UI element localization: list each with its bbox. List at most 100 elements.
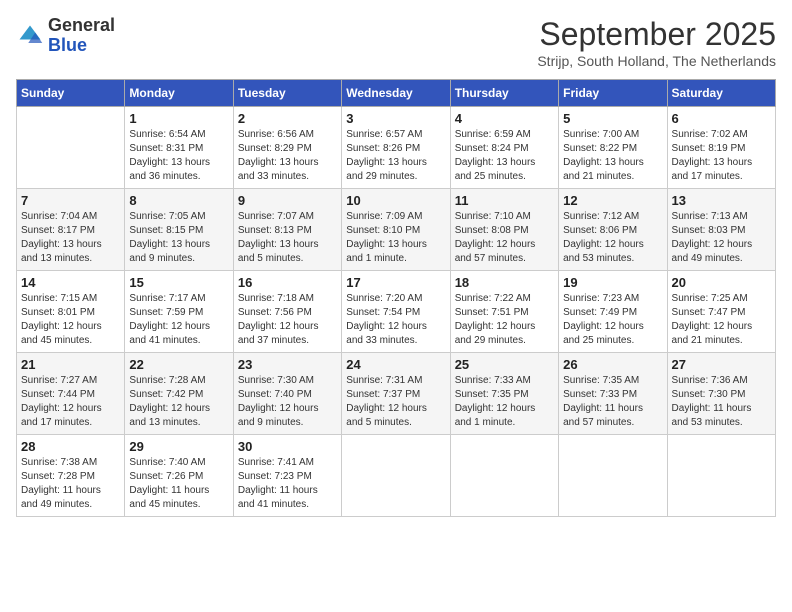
day-cell: 11 Sunrise: 7:10 AM Sunset: 8:08 PM Dayli… [450, 189, 558, 271]
day-cell: 13 Sunrise: 7:13 AM Sunset: 8:03 PM Dayli… [667, 189, 775, 271]
day-cell: 25 Sunrise: 7:33 AM Sunset: 7:35 PM Dayli… [450, 353, 558, 435]
page-header: General Blue September 2025 Strijp, Sout… [16, 16, 776, 69]
day-info: Sunrise: 7:41 AM Sunset: 7:23 PM Dayligh… [238, 456, 337, 512]
day-info: Sunrise: 7:20 AM Sunset: 7:54 PM Dayligh… [346, 292, 445, 348]
day-info: Sunrise: 7:04 AM Sunset: 8:17 PM Dayligh… [21, 210, 120, 266]
day-cell: 23 Sunrise: 7:30 AM Sunset: 7:40 PM Dayli… [233, 353, 341, 435]
logo: General Blue [16, 16, 115, 56]
day-cell: 9 Sunrise: 7:07 AM Sunset: 8:13 PM Daylig… [233, 189, 341, 271]
day-info: Sunrise: 7:10 AM Sunset: 8:08 PM Dayligh… [455, 210, 554, 266]
day-cell: 5Sunrise: 7:00 AM Sunset: 8:22 PM Daylig… [559, 107, 667, 189]
day-info: Sunrise: 7:33 AM Sunset: 7:35 PM Dayligh… [455, 374, 554, 430]
day-info: Sunrise: 7:22 AM Sunset: 7:51 PM Dayligh… [455, 292, 554, 348]
col-header-saturday: Saturday [667, 80, 775, 107]
day-info: Sunrise: 6:57 AM Sunset: 8:26 PM Dayligh… [346, 128, 445, 184]
day-number: 1 [129, 111, 228, 126]
day-cell: 19 Sunrise: 7:23 AM Sunset: 7:49 PM Dayli… [559, 271, 667, 353]
day-info: Sunrise: 7:23 AM Sunset: 7:49 PM Dayligh… [563, 292, 662, 348]
day-info: Sunrise: 7:00 AM Sunset: 8:22 PM Dayligh… [563, 128, 662, 184]
day-number: 22 [129, 357, 228, 372]
day-cell: 22 Sunrise: 7:28 AM Sunset: 7:42 PM Dayli… [125, 353, 233, 435]
month-title: September 2025 [537, 16, 776, 53]
day-number: 2 [238, 111, 337, 126]
day-number: 29 [129, 439, 228, 454]
logo-blue: Blue [48, 36, 115, 56]
header-row: SundayMondayTuesdayWednesdayThursdayFrid… [17, 80, 776, 107]
calendar-table: SundayMondayTuesdayWednesdayThursdayFrid… [16, 79, 776, 517]
day-number: 16 [238, 275, 337, 290]
day-cell: 12Sunrise: 7:12 AM Sunset: 8:06 PM Dayli… [559, 189, 667, 271]
day-cell [667, 435, 775, 517]
day-info: Sunrise: 7:40 AM Sunset: 7:26 PM Dayligh… [129, 456, 228, 512]
day-number: 3 [346, 111, 445, 126]
day-cell: 7Sunrise: 7:04 AM Sunset: 8:17 PM Daylig… [17, 189, 125, 271]
day-number: 30 [238, 439, 337, 454]
day-cell: 29 Sunrise: 7:40 AM Sunset: 7:26 PM Dayli… [125, 435, 233, 517]
day-number: 28 [21, 439, 120, 454]
location-subtitle: Strijp, South Holland, The Netherlands [537, 53, 776, 69]
day-cell: 17 Sunrise: 7:20 AM Sunset: 7:54 PM Dayli… [342, 271, 450, 353]
day-cell: 26Sunrise: 7:35 AM Sunset: 7:33 PM Dayli… [559, 353, 667, 435]
day-cell: 6Sunrise: 7:02 AM Sunset: 8:19 PM Daylig… [667, 107, 775, 189]
day-number: 9 [238, 193, 337, 208]
day-cell: 3 Sunrise: 6:57 AM Sunset: 8:26 PM Daylig… [342, 107, 450, 189]
logo-general: General [48, 16, 115, 36]
day-info: Sunrise: 7:38 AM Sunset: 7:28 PM Dayligh… [21, 456, 120, 512]
day-cell: 2Sunrise: 6:56 AM Sunset: 8:29 PM Daylig… [233, 107, 341, 189]
col-header-sunday: Sunday [17, 80, 125, 107]
day-cell: 10 Sunrise: 7:09 AM Sunset: 8:10 PM Dayli… [342, 189, 450, 271]
day-cell: 27 Sunrise: 7:36 AM Sunset: 7:30 PM Dayli… [667, 353, 775, 435]
week-row-4: 21Sunrise: 7:27 AM Sunset: 7:44 PM Dayli… [17, 353, 776, 435]
day-cell [450, 435, 558, 517]
day-cell [342, 435, 450, 517]
day-number: 13 [672, 193, 771, 208]
day-cell [559, 435, 667, 517]
day-cell: 30 Sunrise: 7:41 AM Sunset: 7:23 PM Dayli… [233, 435, 341, 517]
col-header-thursday: Thursday [450, 80, 558, 107]
day-info: Sunrise: 7:36 AM Sunset: 7:30 PM Dayligh… [672, 374, 771, 430]
day-number: 10 [346, 193, 445, 208]
day-info: Sunrise: 7:25 AM Sunset: 7:47 PM Dayligh… [672, 292, 771, 348]
col-header-tuesday: Tuesday [233, 80, 341, 107]
day-cell: 18Sunrise: 7:22 AM Sunset: 7:51 PM Dayli… [450, 271, 558, 353]
day-number: 27 [672, 357, 771, 372]
week-row-2: 7Sunrise: 7:04 AM Sunset: 8:17 PM Daylig… [17, 189, 776, 271]
day-number: 19 [563, 275, 662, 290]
week-row-5: 28 Sunrise: 7:38 AM Sunset: 7:28 PM Dayli… [17, 435, 776, 517]
logo-icon [16, 22, 44, 50]
day-number: 26 [563, 357, 662, 372]
day-info: Sunrise: 7:18 AM Sunset: 7:56 PM Dayligh… [238, 292, 337, 348]
day-info: Sunrise: 7:13 AM Sunset: 8:03 PM Dayligh… [672, 210, 771, 266]
day-cell: 24Sunrise: 7:31 AM Sunset: 7:37 PM Dayli… [342, 353, 450, 435]
day-number: 20 [672, 275, 771, 290]
week-row-1: 1 Sunrise: 6:54 AM Sunset: 8:31 PM Daylig… [17, 107, 776, 189]
week-row-3: 14Sunrise: 7:15 AM Sunset: 8:01 PM Dayli… [17, 271, 776, 353]
day-cell: 1 Sunrise: 6:54 AM Sunset: 8:31 PM Daylig… [125, 107, 233, 189]
day-cell: 21Sunrise: 7:27 AM Sunset: 7:44 PM Dayli… [17, 353, 125, 435]
day-info: Sunrise: 7:28 AM Sunset: 7:42 PM Dayligh… [129, 374, 228, 430]
day-cell: 14Sunrise: 7:15 AM Sunset: 8:01 PM Dayli… [17, 271, 125, 353]
col-header-friday: Friday [559, 80, 667, 107]
day-cell: 4Sunrise: 6:59 AM Sunset: 8:24 PM Daylig… [450, 107, 558, 189]
day-number: 17 [346, 275, 445, 290]
day-number: 14 [21, 275, 120, 290]
day-info: Sunrise: 7:17 AM Sunset: 7:59 PM Dayligh… [129, 292, 228, 348]
day-cell: 20 Sunrise: 7:25 AM Sunset: 7:47 PM Dayli… [667, 271, 775, 353]
day-number: 24 [346, 357, 445, 372]
day-cell: 28 Sunrise: 7:38 AM Sunset: 7:28 PM Dayli… [17, 435, 125, 517]
day-info: Sunrise: 7:30 AM Sunset: 7:40 PM Dayligh… [238, 374, 337, 430]
day-info: Sunrise: 7:05 AM Sunset: 8:15 PM Dayligh… [129, 210, 228, 266]
day-info: Sunrise: 7:09 AM Sunset: 8:10 PM Dayligh… [346, 210, 445, 266]
day-number: 12 [563, 193, 662, 208]
day-number: 4 [455, 111, 554, 126]
day-number: 23 [238, 357, 337, 372]
logo-text: General Blue [48, 16, 115, 56]
day-cell: 8 Sunrise: 7:05 AM Sunset: 8:15 PM Daylig… [125, 189, 233, 271]
day-number: 25 [455, 357, 554, 372]
day-info: Sunrise: 7:07 AM Sunset: 8:13 PM Dayligh… [238, 210, 337, 266]
day-number: 11 [455, 193, 554, 208]
day-info: Sunrise: 6:54 AM Sunset: 8:31 PM Dayligh… [129, 128, 228, 184]
day-number: 6 [672, 111, 771, 126]
day-cell: 16 Sunrise: 7:18 AM Sunset: 7:56 PM Dayli… [233, 271, 341, 353]
day-number: 8 [129, 193, 228, 208]
